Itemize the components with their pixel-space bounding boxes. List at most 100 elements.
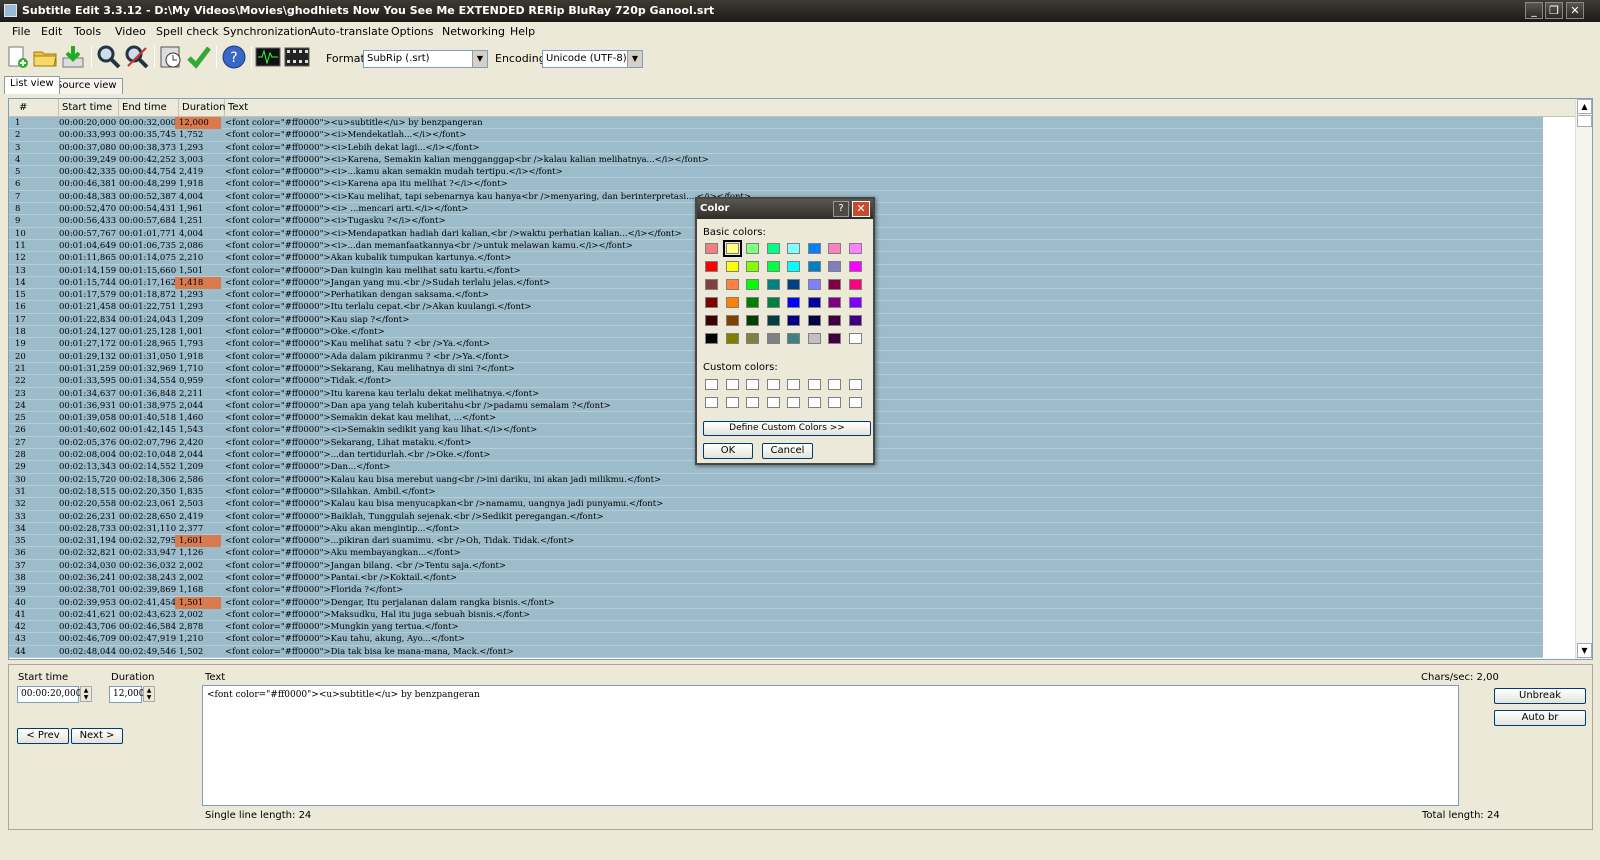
cancel-button[interactable]: Cancel: [762, 443, 813, 459]
table-row[interactable]: 32 00:02:20,558 00:02:23,061 2,503 <font col…: [9, 498, 1543, 511]
replace-icon[interactable]: [124, 44, 150, 70]
basic-color-swatch[interactable]: [766, 315, 780, 326]
menu-options[interactable]: Options: [391, 25, 433, 38]
define-custom-colors-button[interactable]: Define Custom Colors >>: [703, 421, 871, 436]
table-row[interactable]: 33 00:02:26,231 00:02:28,650 2,419 <font col…: [9, 510, 1543, 523]
basic-color-swatch[interactable]: [705, 297, 718, 308]
help-icon[interactable]: ?: [221, 44, 247, 70]
encoding-select[interactable]: Unicode (UTF-8) ▼: [542, 50, 643, 68]
basic-color-swatch[interactable]: [725, 279, 739, 290]
waveform-icon[interactable]: [255, 44, 281, 70]
custom-color-swatch[interactable]: [807, 379, 821, 390]
custom-color-swatch[interactable]: [848, 379, 862, 390]
maximize-button[interactable]: ❐: [1545, 2, 1563, 19]
basic-color-swatch[interactable]: [848, 315, 862, 326]
table-row[interactable]: 34 00:02:28,733 00:02:31,110 2,377 <font col…: [9, 522, 1543, 536]
basic-color-swatch[interactable]: [722, 240, 742, 257]
menu-auto-translate[interactable]: Auto-translate: [310, 25, 389, 38]
scroll-thumb[interactable]: [1577, 115, 1592, 127]
close-button[interactable]: ✕: [1566, 2, 1584, 19]
basic-color-swatch[interactable]: [848, 261, 862, 272]
basic-color-swatch[interactable]: [725, 297, 739, 308]
basic-color-swatch[interactable]: [746, 279, 759, 290]
basic-color-swatch[interactable]: [828, 243, 841, 254]
basic-color-swatch[interactable]: [848, 279, 862, 290]
basic-color-swatch[interactable]: [848, 297, 862, 308]
check-icon[interactable]: [186, 44, 212, 70]
basic-color-swatch[interactable]: [787, 243, 800, 254]
table-row[interactable]: 35 00:02:31,194 00:02:32,795 1,601 <font col…: [9, 535, 1543, 548]
header-start-time[interactable]: Start time: [59, 99, 119, 117]
table-row[interactable]: 5 00:00:42,335 00:00:44,754 2,419 <font colo…: [9, 166, 1543, 179]
dialog-help-button[interactable]: ?: [833, 201, 849, 217]
custom-color-swatch[interactable]: [828, 379, 841, 390]
start-time-spinner[interactable]: ▲ ▼: [80, 686, 92, 702]
menu-spell-check[interactable]: Spell check: [156, 25, 219, 38]
table-row[interactable]: 42 00:02:43,706 00:02:46,584 2,878 <font col…: [9, 621, 1543, 634]
basic-color-swatch[interactable]: [766, 279, 780, 290]
table-row[interactable]: 38 00:02:36,241 00:02:38,243 2,002 <font col…: [9, 571, 1543, 585]
basic-color-swatch[interactable]: [807, 333, 821, 344]
new-file-icon[interactable]: [4, 44, 30, 70]
custom-color-swatch[interactable]: [807, 397, 821, 408]
basic-color-swatch[interactable]: [787, 261, 800, 272]
header-duration[interactable]: Duration: [179, 99, 225, 117]
menu-file[interactable]: File: [12, 25, 30, 38]
basic-color-swatch[interactable]: [766, 297, 780, 308]
basic-color-swatch[interactable]: [705, 279, 718, 290]
format-select[interactable]: SubRip (.srt) ▼: [363, 50, 488, 68]
basic-color-swatch[interactable]: [807, 297, 821, 308]
basic-color-swatch[interactable]: [807, 243, 821, 254]
prev-button[interactable]: < Prev: [17, 728, 69, 744]
basic-color-swatch[interactable]: [766, 261, 780, 272]
table-row[interactable]: 40 00:02:39,953 00:02:41,454 1,501 <font col…: [9, 596, 1543, 609]
fix-timing-icon[interactable]: [158, 44, 184, 70]
header-end-time[interactable]: End time: [119, 99, 179, 117]
table-row[interactable]: 30 00:02:15,720 00:02:18,306 2,586 <font col…: [9, 473, 1543, 486]
table-row[interactable]: 44 00:02:48,044 00:02:49,546 1,502 <font col…: [9, 645, 1543, 659]
basic-color-swatch[interactable]: [746, 297, 759, 308]
basic-color-swatch[interactable]: [807, 279, 821, 290]
table-row[interactable]: 37 00:02:34,030 00:02:36,032 2,002 <font col…: [9, 559, 1543, 572]
table-row[interactable]: 43 00:02:46,709 00:02:47,919 1,210 <font col…: [9, 633, 1543, 646]
custom-color-swatch[interactable]: [766, 379, 780, 390]
basic-color-swatch[interactable]: [828, 279, 841, 290]
table-row[interactable]: 41 00:02:41,621 00:02:43,623 2,002 <font col…: [9, 608, 1543, 622]
basic-color-swatch[interactable]: [848, 333, 862, 344]
header-text[interactable]: Text: [225, 99, 1577, 117]
custom-color-swatch[interactable]: [725, 397, 739, 408]
custom-color-swatch[interactable]: [787, 379, 800, 390]
minimize-button[interactable]: _: [1525, 2, 1543, 19]
table-row[interactable]: 3 00:00:37,080 00:00:38,373 1,293 <font colo…: [9, 141, 1543, 154]
header-number[interactable]: #: [9, 99, 59, 117]
video-film-icon[interactable]: [284, 44, 310, 70]
basic-color-swatch[interactable]: [848, 243, 862, 254]
table-row[interactable]: 31 00:02:18,515 00:02:20,350 1,835 <font col…: [9, 485, 1543, 499]
basic-color-swatch[interactable]: [828, 297, 841, 308]
basic-color-swatch[interactable]: [746, 315, 759, 326]
basic-color-swatch[interactable]: [705, 315, 718, 326]
basic-color-swatch[interactable]: [787, 333, 800, 344]
basic-color-swatch[interactable]: [725, 315, 739, 326]
auto-br-button[interactable]: Auto br: [1494, 710, 1586, 726]
basic-color-swatch[interactable]: [807, 261, 821, 272]
duration-spinner[interactable]: ▲ ▼: [143, 686, 155, 702]
table-row[interactable]: 36 00:02:32,821 00:02:33,947 1,126 <font col…: [9, 547, 1543, 560]
menu-synchronization[interactable]: Synchronization: [223, 25, 311, 38]
unbreak-button[interactable]: Unbreak: [1494, 688, 1586, 704]
ok-button[interactable]: OK: [703, 443, 753, 459]
custom-color-swatch[interactable]: [828, 397, 841, 408]
custom-color-swatch[interactable]: [725, 379, 739, 390]
tab-source-view[interactable]: Source view: [50, 78, 123, 94]
subtitle-text-input[interactable]: <font color="#ff0000"><u>subtitle</u> by…: [202, 685, 1459, 806]
custom-color-swatch[interactable]: [746, 397, 759, 408]
table-row[interactable]: 39 00:02:38,701 00:02:39,869 1,168 <font col…: [9, 584, 1543, 597]
custom-color-swatch[interactable]: [848, 397, 862, 408]
menu-edit[interactable]: Edit: [41, 25, 62, 38]
table-row[interactable]: 6 00:00:46,381 00:00:48,299 1,918 <font colo…: [9, 178, 1543, 191]
basic-color-swatch[interactable]: [807, 315, 821, 326]
custom-color-swatch[interactable]: [787, 397, 800, 408]
menu-help[interactable]: Help: [510, 25, 535, 38]
basic-color-swatch[interactable]: [828, 315, 841, 326]
basic-color-swatch[interactable]: [725, 261, 739, 272]
